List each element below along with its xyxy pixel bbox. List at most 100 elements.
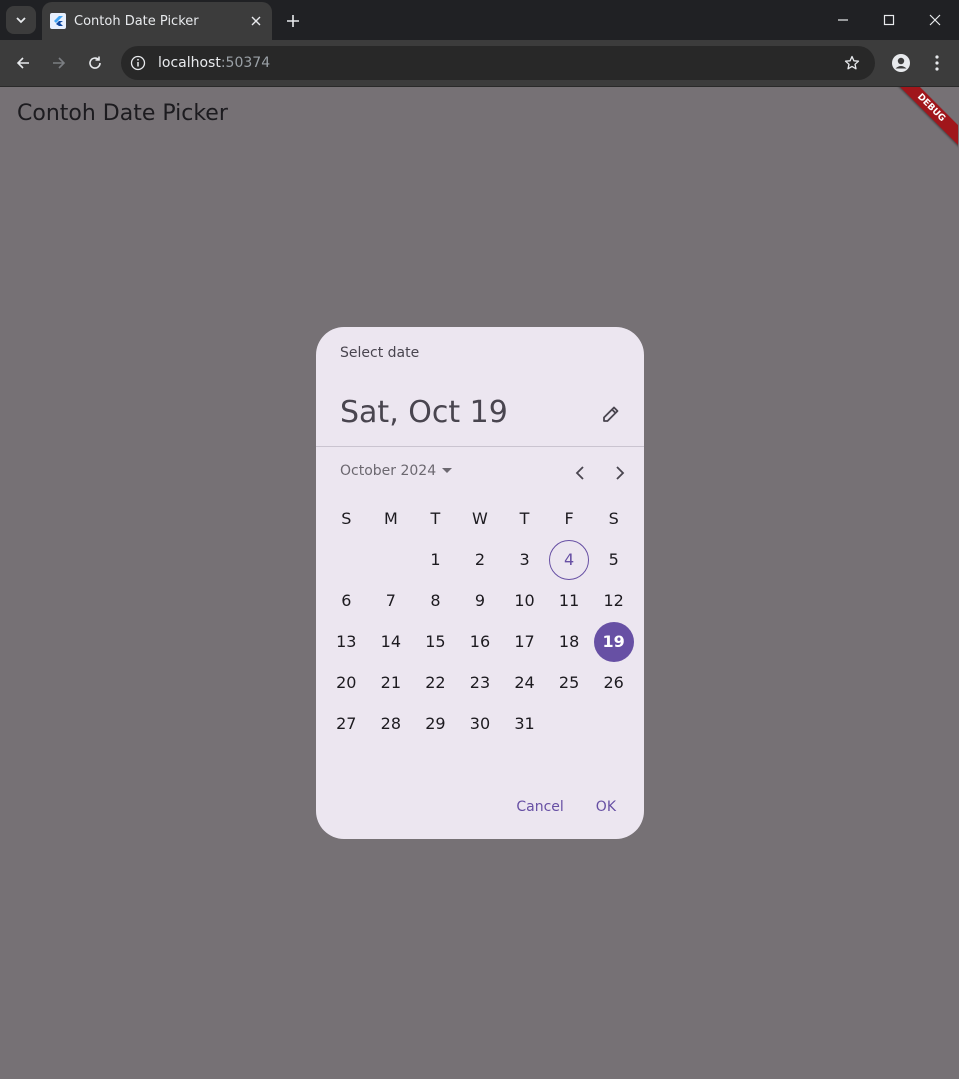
calendar-day-number: 25 — [558, 673, 580, 692]
calendar-day-17[interactable]: 17 — [502, 621, 547, 662]
address-bar[interactable]: localhost:50374 — [121, 46, 875, 80]
browser-toolbar: localhost:50374 — [0, 40, 959, 87]
new-tab-button[interactable] — [280, 8, 306, 34]
url-port: :50374 — [220, 55, 271, 71]
calendar-day-number: 18 — [558, 632, 580, 651]
calendar-day-number: 6 — [341, 591, 352, 610]
tab-search-button[interactable] — [6, 6, 36, 34]
calendar-day-11[interactable]: 11 — [547, 580, 592, 621]
calendar-day-16[interactable]: 16 — [458, 621, 503, 662]
calendar-day-6[interactable]: 6 — [324, 580, 369, 621]
calendar-day-26[interactable]: 26 — [591, 662, 636, 703]
empty-day-cell — [369, 539, 414, 580]
calendar-day-number: 27 — [336, 714, 357, 733]
calendar-day-number: 31 — [514, 714, 535, 733]
forward-button[interactable] — [44, 48, 74, 78]
calendar-day-7[interactable]: 7 — [369, 580, 414, 621]
calendar-day-number: 8 — [430, 591, 441, 610]
calendar-day-9[interactable]: 9 — [458, 580, 503, 621]
pencil-icon — [603, 406, 619, 422]
calendar-day-number: 5 — [608, 550, 619, 569]
calendar-day-number: 16 — [469, 632, 491, 651]
calendar-day-number: 11 — [558, 591, 580, 610]
weekday-label: T — [430, 509, 441, 528]
app-title: Contoh Date Picker — [17, 101, 228, 126]
previous-month-button[interactable] — [566, 459, 594, 487]
calendar-day-14[interactable]: 14 — [369, 621, 414, 662]
bookmark-button[interactable] — [837, 48, 867, 78]
calendar-day-15[interactable]: 15 — [413, 621, 458, 662]
star-icon — [844, 55, 860, 70]
calendar-day-number: 24 — [514, 673, 535, 692]
cancel-button[interactable]: Cancel — [504, 789, 575, 825]
calendar-day-28[interactable]: 28 — [369, 703, 414, 744]
chevron-right-icon — [616, 466, 625, 480]
calendar-day-number: 3 — [519, 550, 530, 569]
calendar-day-20[interactable]: 20 — [324, 662, 369, 703]
maximize-button[interactable] — [866, 0, 912, 40]
calendar-day-number: 19 — [593, 621, 634, 662]
calendar-day-8[interactable]: 8 — [413, 580, 458, 621]
weekday-label: W — [472, 509, 488, 528]
edit-date-button[interactable] — [596, 399, 626, 429]
calendar-day-12[interactable]: 12 — [591, 580, 636, 621]
arrow-right-icon — [53, 57, 66, 69]
calendar-day-23[interactable]: 23 — [458, 662, 503, 703]
calendar-day-29[interactable]: 29 — [413, 703, 458, 744]
calendar-day-10[interactable]: 10 — [502, 580, 547, 621]
calendar-day-number: 29 — [425, 714, 446, 733]
profile-button[interactable] — [886, 48, 916, 78]
flutter-icon — [50, 13, 66, 29]
debug-banner: DEBUG — [887, 87, 958, 152]
calendar-day-13[interactable]: 13 — [324, 621, 369, 662]
minimize-button[interactable] — [820, 0, 866, 40]
window-close-button[interactable] — [912, 0, 958, 40]
weekday-label: F — [564, 509, 574, 528]
reload-button[interactable] — [80, 48, 110, 78]
calendar-day-27[interactable]: 27 — [324, 703, 369, 744]
plus-icon — [287, 15, 299, 27]
browser-menu-button[interactable] — [922, 48, 952, 78]
url-host: localhost — [158, 55, 221, 71]
close-icon — [929, 14, 941, 26]
tab-close-button[interactable] — [246, 11, 266, 31]
url-text: localhost:50374 — [158, 55, 837, 71]
calendar-day-31[interactable]: 31 — [502, 703, 547, 744]
calendar-day-number: 1 — [430, 550, 441, 569]
browser-tab[interactable]: Contoh Date Picker — [42, 2, 272, 40]
calendar-day-5[interactable]: 5 — [591, 539, 636, 580]
weekday-label: T — [519, 509, 530, 528]
next-month-button[interactable] — [606, 459, 634, 487]
calendar-day-21[interactable]: 21 — [369, 662, 414, 703]
calendar-day-number: 10 — [514, 591, 535, 610]
calendar-day-number: 22 — [425, 673, 446, 692]
minimize-icon — [838, 19, 848, 21]
calendar-day-number: 2 — [474, 550, 486, 569]
chevron-down-icon — [16, 17, 26, 24]
month-year-label: October 2024 — [340, 463, 437, 479]
site-info-button[interactable] — [124, 49, 152, 77]
calendar-day-4[interactable]: 4 — [547, 539, 592, 580]
calendar-day-2[interactable]: 2 — [458, 539, 503, 580]
tab-title: Contoh Date Picker — [74, 13, 199, 29]
calendar-day-19[interactable]: 19 — [591, 621, 636, 662]
selected-date-text: Sat, Oct 19 — [340, 395, 508, 430]
calendar-day-number: 9 — [474, 591, 486, 610]
calendar-day-18[interactable]: 18 — [547, 621, 592, 662]
calendar-day-25[interactable]: 25 — [547, 662, 592, 703]
calendar-day-number: 21 — [380, 673, 402, 692]
calendar-day-3[interactable]: 3 — [502, 539, 547, 580]
weekday-label: M — [383, 509, 398, 528]
weekday-label: S — [341, 509, 352, 528]
month-year-picker-button[interactable]: October 2024 — [340, 463, 453, 479]
dialog-actions: Cancel OK — [504, 789, 628, 825]
calendar-day-number: 12 — [603, 591, 624, 610]
close-icon — [251, 16, 261, 26]
calendar-day-number: 15 — [425, 632, 446, 651]
ok-button[interactable]: OK — [584, 789, 628, 825]
calendar-day-24[interactable]: 24 — [502, 662, 547, 703]
calendar-day-1[interactable]: 1 — [413, 539, 458, 580]
calendar-day-22[interactable]: 22 — [413, 662, 458, 703]
calendar-day-30[interactable]: 30 — [458, 703, 503, 744]
back-button[interactable] — [8, 48, 38, 78]
